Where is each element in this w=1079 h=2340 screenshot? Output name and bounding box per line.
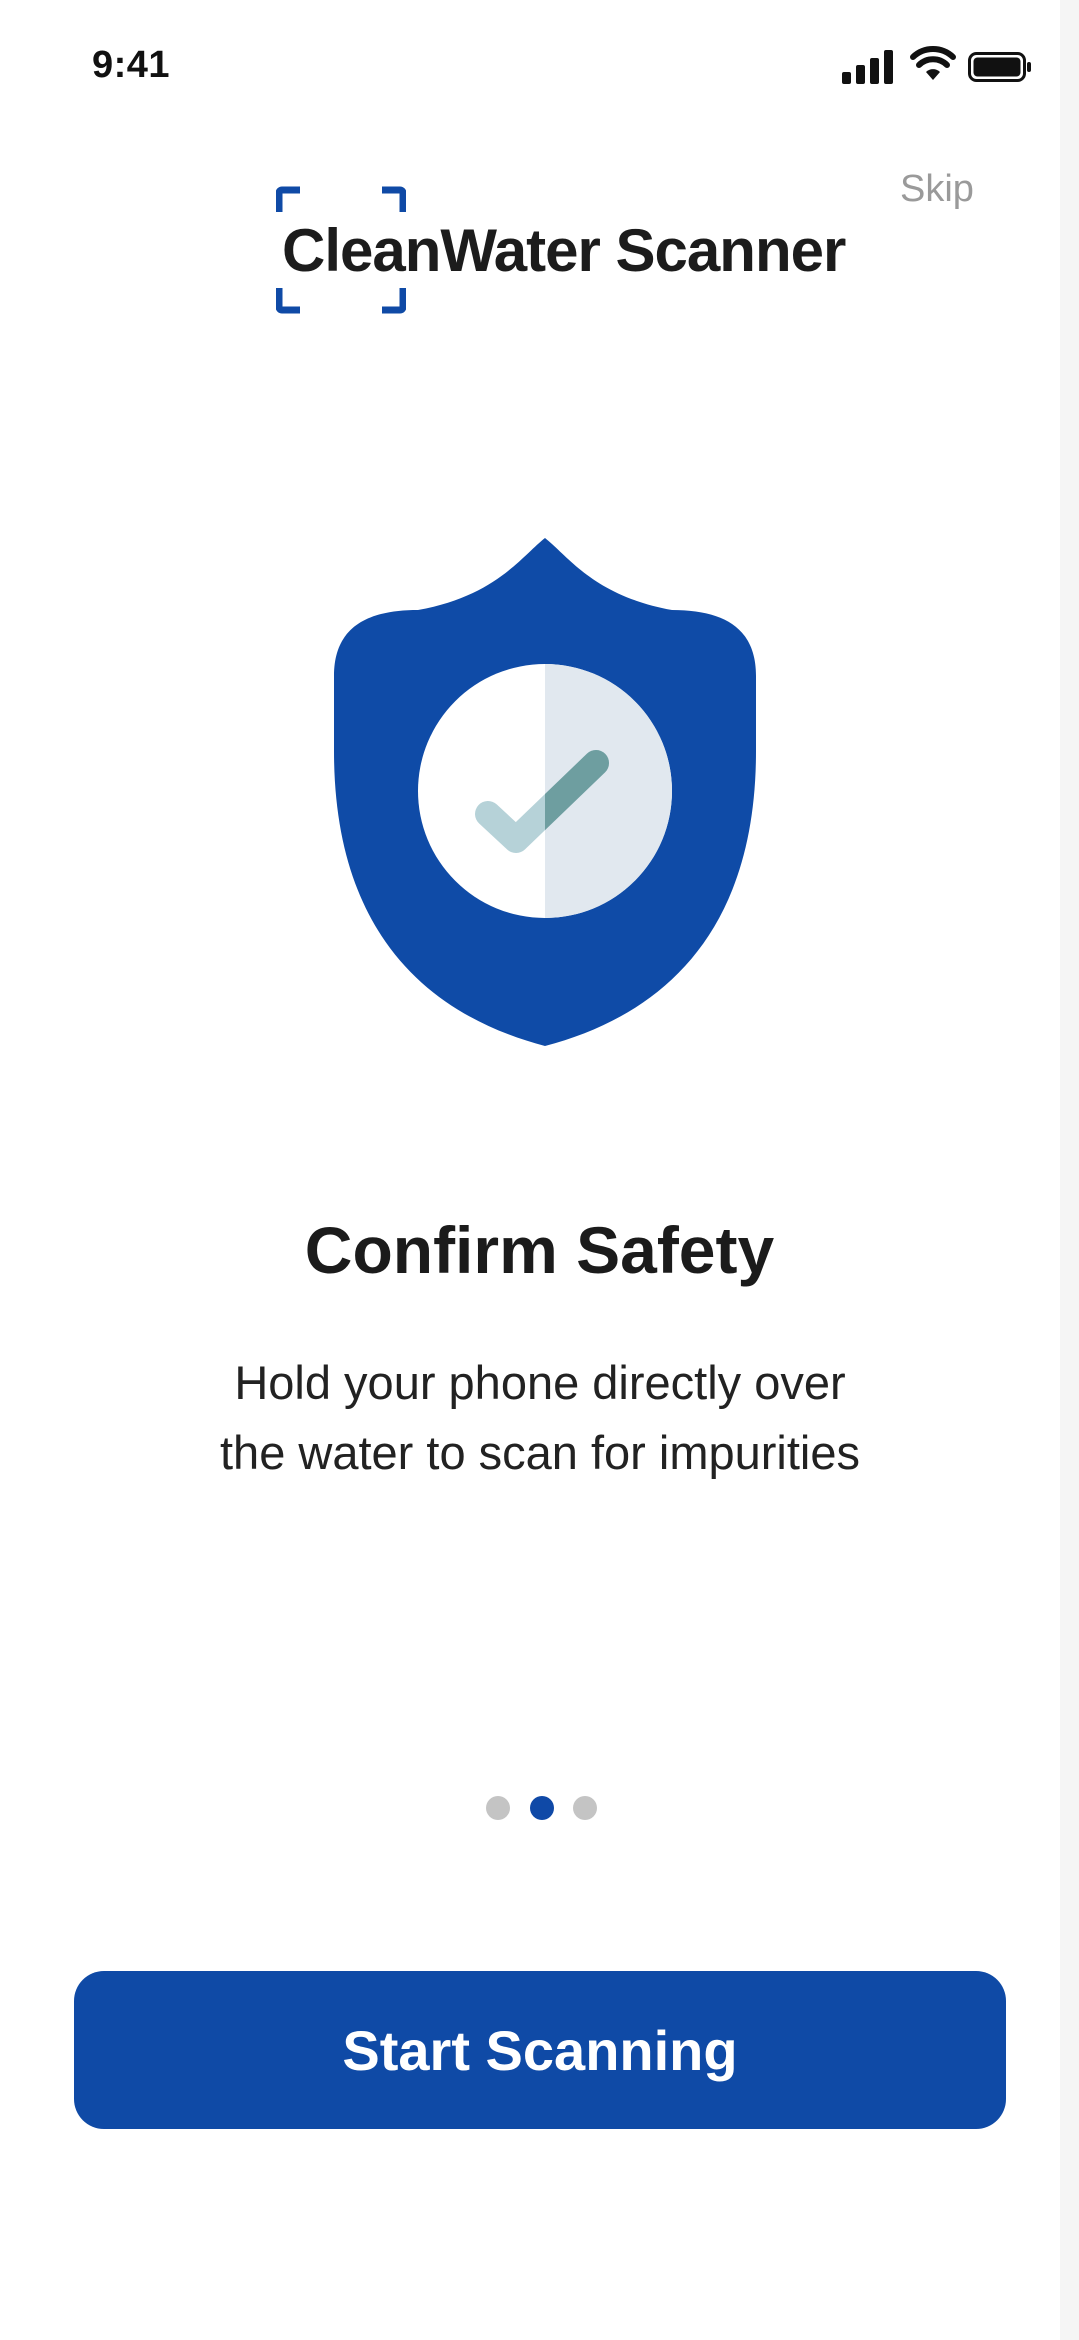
page-dot-2-active[interactable]	[530, 1796, 554, 1820]
screen-edge	[1060, 0, 1079, 2340]
wifi-icon	[910, 46, 956, 82]
start-scanning-button[interactable]: Start Scanning	[74, 1971, 1006, 2129]
description-line-1: Hold your phone directly over	[234, 1356, 846, 1409]
skip-button[interactable]: Skip	[900, 168, 974, 211]
page-indicator	[484, 1794, 604, 1824]
signal-icon	[842, 50, 894, 84]
description-line-2: the water to scan for impurities	[220, 1426, 860, 1479]
battery-icon	[968, 52, 1032, 82]
onboarding-title: Confirm Safety	[304, 1213, 775, 1287]
page-dot-3[interactable]	[573, 1796, 597, 1820]
status-icons	[842, 46, 1042, 86]
app-logo: CleanWater Scanner	[275, 186, 846, 316]
shield-check-icon	[326, 536, 764, 1048]
page-dot-1[interactable]	[486, 1796, 510, 1820]
status-time: 9:41	[92, 44, 171, 86]
onboarding-description: Hold your phone directly over the water …	[140, 1348, 940, 1488]
logo-wordmark: CleanWater Scanner	[282, 217, 846, 284]
